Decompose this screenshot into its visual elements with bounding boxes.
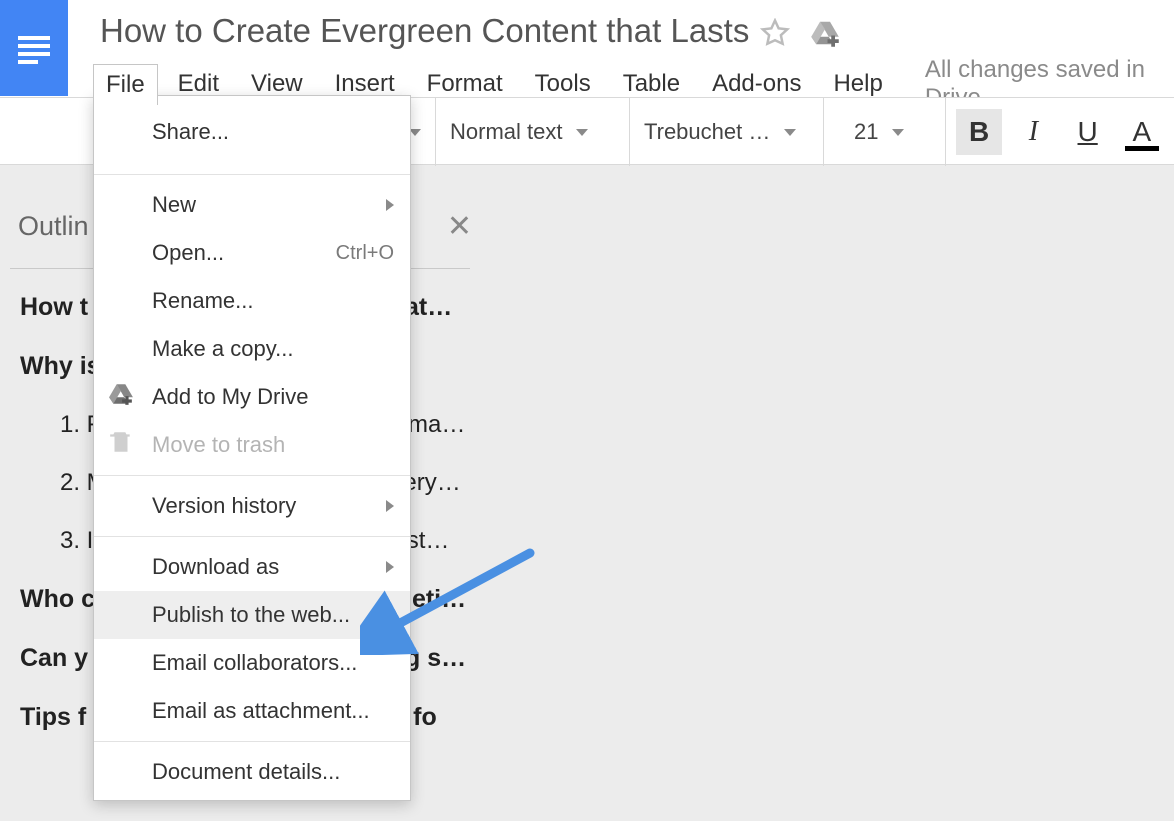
menu-item-label: Email collaborators... xyxy=(152,650,357,676)
menu-item-label: Publish to the web... xyxy=(152,602,350,628)
file-menu-rename[interactable]: Rename... xyxy=(94,277,410,325)
outline-item-label: Who c xyxy=(20,585,95,613)
underline-button[interactable]: U xyxy=(1065,109,1111,155)
font-family-label: Trebuchet … xyxy=(644,119,770,145)
outline-item-label: Why is xyxy=(20,352,101,380)
file-menu-email-attachment[interactable]: Email as attachment... xyxy=(94,687,410,735)
outline-item-trail: fo xyxy=(413,703,437,731)
hamburger-lines-icon xyxy=(14,28,54,68)
file-menu-email-collaborators[interactable]: Email collaborators... xyxy=(94,639,410,687)
menu-item-label: New xyxy=(152,192,196,218)
paragraph-style-label: Normal text xyxy=(450,119,562,145)
document-title[interactable]: How to Create Evergreen Content that Las… xyxy=(100,12,749,50)
file-menu-dropdown: Share... New Open... Ctrl+O Rename... Ma… xyxy=(93,95,411,801)
underline-glyph: U xyxy=(1078,116,1098,148)
outline-title: Outlin xyxy=(18,211,89,242)
font-size-select[interactable]: 21 xyxy=(823,98,945,166)
menu-item-label: Email as attachment... xyxy=(152,698,370,724)
drive-add-icon xyxy=(108,381,134,413)
menu-item-label: Document details... xyxy=(152,759,340,785)
menu-item-label: Share... xyxy=(152,119,229,145)
menu-item-label: Open... xyxy=(152,240,224,266)
docs-app-icon[interactable] xyxy=(0,0,68,96)
submenu-arrow-icon xyxy=(386,199,394,211)
file-menu-make-copy[interactable]: Make a copy... xyxy=(94,325,410,373)
outline-item-trail: ery… xyxy=(403,469,460,496)
trash-icon xyxy=(108,429,134,461)
outline-item-label: How t xyxy=(20,293,88,321)
outline-item-trail: eti… xyxy=(412,585,466,613)
chevron-down-icon xyxy=(892,129,904,136)
font-size-label: 21 xyxy=(854,119,878,145)
menu-item-label: Make a copy... xyxy=(152,336,293,362)
paragraph-style-select[interactable]: Normal text xyxy=(435,98,629,166)
submenu-arrow-icon xyxy=(386,561,394,573)
outline-item-trail: g s… xyxy=(405,644,466,672)
file-menu-version-history[interactable]: Version history xyxy=(94,482,410,530)
chevron-down-icon xyxy=(784,129,796,136)
file-menu-publish-to-web[interactable]: Publish to the web... xyxy=(94,591,410,639)
star-icon[interactable] xyxy=(760,18,790,53)
font-family-select[interactable]: Trebuchet … xyxy=(629,98,823,166)
italic-button[interactable]: I xyxy=(1010,109,1056,155)
menu-separator xyxy=(94,174,410,175)
outline-item-trail: at… xyxy=(405,293,452,321)
menu-item-label: Move to trash xyxy=(152,432,285,458)
file-menu-download-as[interactable]: Download as xyxy=(94,543,410,591)
menu-item-label: Version history xyxy=(152,493,296,519)
chevron-down-icon xyxy=(576,129,588,136)
menu-item-label: Rename... xyxy=(152,288,254,314)
bold-button[interactable]: B xyxy=(956,109,1002,155)
outline-item-label: Tips f xyxy=(20,703,86,731)
menu-item-label: Download as xyxy=(152,554,279,580)
submenu-arrow-icon xyxy=(386,500,394,512)
close-icon[interactable]: ✕ xyxy=(447,209,472,244)
outline-item-label: Can y xyxy=(20,644,88,672)
add-to-drive-icon[interactable] xyxy=(810,18,840,53)
outline-item-trail: ma… xyxy=(408,411,465,438)
menu-separator xyxy=(94,536,410,537)
file-menu-new[interactable]: New xyxy=(94,181,410,229)
file-menu-move-to-trash: Move to trash xyxy=(94,421,410,469)
file-menu-open[interactable]: Open... Ctrl+O xyxy=(94,229,410,277)
text-color-swatch xyxy=(1125,146,1159,151)
text-color-button[interactable]: A xyxy=(1119,109,1165,155)
outline-item-trail: st… xyxy=(407,527,450,554)
menu-separator xyxy=(94,741,410,742)
menu-item-shortcut: Ctrl+O xyxy=(336,242,394,265)
menu-item-label: Add to My Drive xyxy=(152,384,309,410)
file-menu-add-to-drive[interactable]: Add to My Drive xyxy=(94,373,410,421)
menu-file[interactable]: File xyxy=(93,64,158,105)
text-color-glyph: A xyxy=(1133,116,1152,148)
file-menu-document-details[interactable]: Document details... xyxy=(94,748,410,796)
menu-separator xyxy=(94,475,410,476)
file-menu-share[interactable]: Share... xyxy=(94,96,410,168)
